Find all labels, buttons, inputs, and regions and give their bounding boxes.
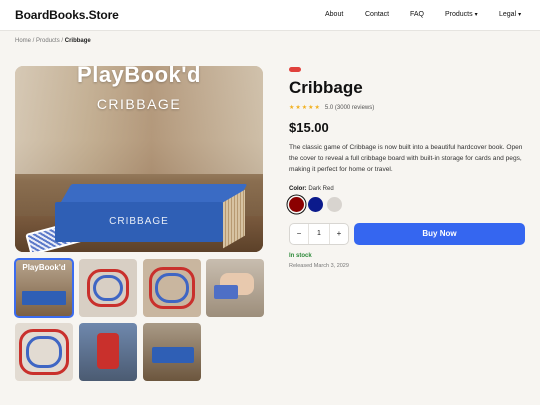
buy-now-button[interactable]: Buy Now — [354, 223, 525, 245]
color-label-value: Dark Red — [308, 186, 334, 192]
quantity-value[interactable]: 1 — [308, 224, 330, 244]
breadcrumb: Home / Products / Cribbage — [15, 38, 91, 44]
nav-products-label: Products — [445, 11, 473, 18]
product-price: $15.00 — [289, 120, 329, 135]
thumb-board-closeup[interactable] — [15, 323, 73, 381]
nav-legal[interactable]: Legal ▾ — [499, 11, 521, 18]
nav-contact-label: Contact — [365, 11, 390, 18]
color-label-key: Color: — [289, 186, 307, 192]
color-label: Color: Dark Red — [289, 186, 334, 192]
nav-faq[interactable]: FAQ — [410, 11, 424, 18]
quantity-stepper: − 1 + — [289, 223, 349, 245]
thumb-closed-book[interactable] — [143, 323, 201, 381]
image-overlay-title: PlayBook'd — [77, 66, 201, 87]
chevron-down-icon: ▾ — [518, 12, 522, 18]
thumb-track-blue — [155, 273, 189, 303]
product-description: The classic game of Cribbage is now buil… — [289, 144, 523, 173]
thumb-overlay-text: PlayBook'd — [22, 263, 66, 272]
nav-products[interactable]: Products ▾ — [445, 11, 478, 18]
thumb-board-top[interactable] — [79, 259, 137, 317]
product-rating[interactable]: ★★★★★ 5.0 (3000 reviews) — [289, 104, 374, 111]
star-rating-icon: ★★★★★ — [289, 105, 321, 111]
swatch-navy[interactable] — [308, 197, 323, 212]
quantity-decrease-button[interactable]: − — [290, 224, 308, 244]
thumb-card-box — [214, 285, 238, 299]
product-title: Cribbage — [289, 78, 363, 97]
book-spine: CRIBBAGE — [55, 202, 223, 242]
rating-text: 5.0 (3000 reviews) — [324, 105, 375, 111]
product-badge — [289, 67, 301, 72]
thumb-cover[interactable]: PlayBook'd — [14, 258, 74, 318]
nav-faq-label: FAQ — [410, 11, 425, 18]
nav-contact[interactable]: Contact — [365, 11, 389, 18]
nav-about-label: About — [325, 11, 344, 18]
thumb-hand-cards[interactable] — [206, 259, 264, 317]
nav-legal-label: Legal — [499, 11, 517, 18]
breadcrumb-home[interactable]: Home — [15, 38, 31, 44]
site-logo[interactable]: BoardBooks.Store — [15, 8, 119, 22]
thumb-peg — [97, 333, 119, 369]
breadcrumb-current: Cribbage — [64, 38, 91, 44]
chevron-down-icon: ▾ — [474, 12, 478, 18]
book-illustration: CRIBBAGE — [55, 184, 248, 249]
image-overlay-subtitle: CRIBBAGE — [96, 96, 182, 112]
thumb-track-blue — [93, 275, 123, 301]
site-header: BoardBooks.Store About Contact FAQ Produ… — [0, 0, 540, 31]
quantity-increase-button[interactable]: + — [330, 224, 348, 244]
release-date: Released March 3, 2029 — [289, 263, 349, 269]
swatch-dark-red[interactable] — [289, 197, 304, 212]
thumb-book — [152, 347, 194, 363]
swatch-light-gray[interactable] — [327, 197, 342, 212]
thumb-board-angle[interactable] — [143, 259, 201, 317]
thumb-book — [22, 291, 66, 305]
thumb-pegs[interactable] — [79, 323, 137, 381]
breadcrumb-products[interactable]: Products — [36, 38, 60, 44]
nav-about[interactable]: About — [325, 11, 343, 18]
stock-status: In stock — [289, 253, 312, 259]
thumb-track-blue — [26, 336, 62, 368]
main-product-image[interactable]: PlayBook'd CRIBBAGE CRIBBAGE — [15, 66, 263, 252]
